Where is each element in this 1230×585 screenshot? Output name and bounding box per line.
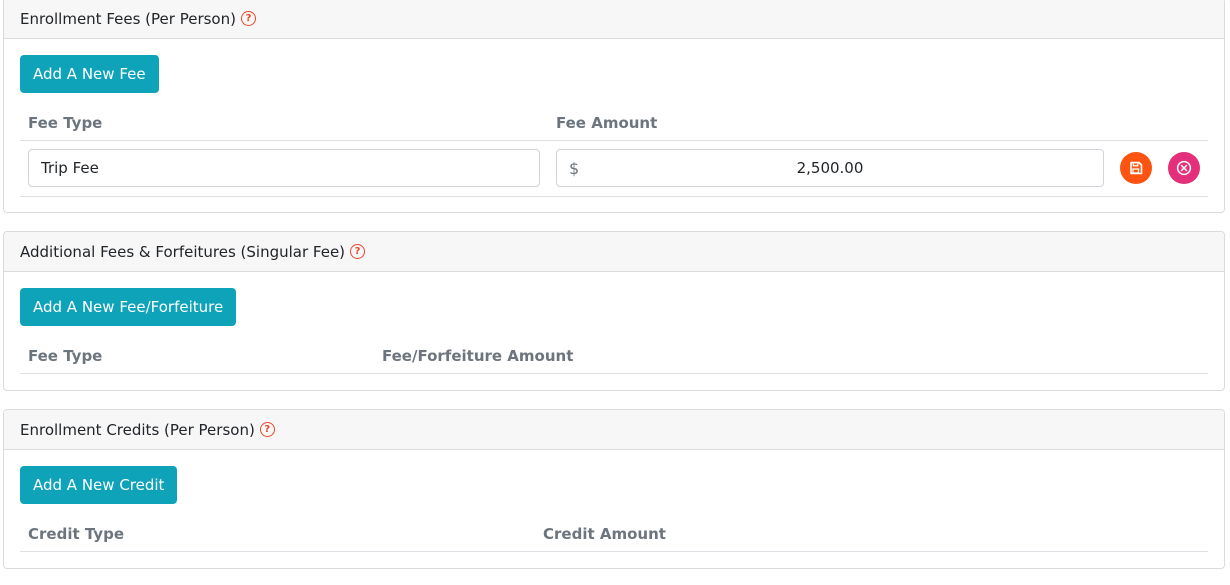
column-header-credit-type: Credit Type xyxy=(28,525,124,543)
enrollment-fees-card: Enrollment Fees (Per Person) ? Add A New… xyxy=(3,0,1225,213)
fee-amount-value: 2,500.00 xyxy=(796,159,864,177)
enrollment-credits-card: Enrollment Credits (Per Person) ? Add A … xyxy=(3,409,1225,569)
question-circle-icon[interactable]: ? xyxy=(240,11,256,26)
close-circle-icon xyxy=(1176,160,1192,176)
add-fee-forfeiture-button[interactable]: Add A New Fee/Forfeiture xyxy=(20,288,237,326)
add-credit-button[interactable]: Add A New Credit xyxy=(20,466,178,504)
enrollment-fees-table-header: Fee Type Fee Amount xyxy=(20,103,1208,141)
cancel-button[interactable] xyxy=(1168,152,1200,184)
additional-fees-table-header: Fee Type Fee/Forfeiture Amount xyxy=(20,336,1208,374)
add-fee-button[interactable]: Add A New Fee xyxy=(20,55,159,93)
save-icon xyxy=(1130,161,1143,175)
additional-fees-title: Additional Fees & Forfeitures (Singular … xyxy=(20,242,346,261)
fee-amount-input[interactable]: $ 2,500.00 xyxy=(556,149,1104,187)
fee-type-input[interactable]: Trip Fee xyxy=(28,149,540,187)
column-header-fee-type: Fee Type xyxy=(28,114,103,132)
enrollment-credits-header: Enrollment Credits (Per Person) ? xyxy=(4,410,1224,450)
additional-fees-card: Additional Fees & Forfeitures (Singular … xyxy=(3,231,1225,391)
table-row: Trip Fee $ 2,500.00 xyxy=(20,141,1208,197)
enrollment-credits-table-header: Credit Type Credit Amount xyxy=(20,514,1208,552)
save-button[interactable] xyxy=(1120,152,1152,184)
additional-fees-header: Additional Fees & Forfeitures (Singular … xyxy=(4,232,1224,272)
enrollment-credits-title: Enrollment Credits (Per Person) xyxy=(20,420,255,439)
column-header-fee-amount: Fee Amount xyxy=(556,114,658,132)
enrollment-fees-title: Enrollment Fees (Per Person) xyxy=(20,9,236,28)
enrollment-fees-header: Enrollment Fees (Per Person) ? xyxy=(4,0,1224,39)
question-circle-icon[interactable]: ? xyxy=(350,244,366,259)
question-circle-icon[interactable]: ? xyxy=(259,422,275,437)
column-header-fee-type: Fee Type xyxy=(28,347,103,365)
column-header-credit-amount: Credit Amount xyxy=(543,525,666,543)
fee-type-value: Trip Fee xyxy=(41,159,99,177)
column-header-fee-forfeiture-amount: Fee/Forfeiture Amount xyxy=(382,347,574,365)
